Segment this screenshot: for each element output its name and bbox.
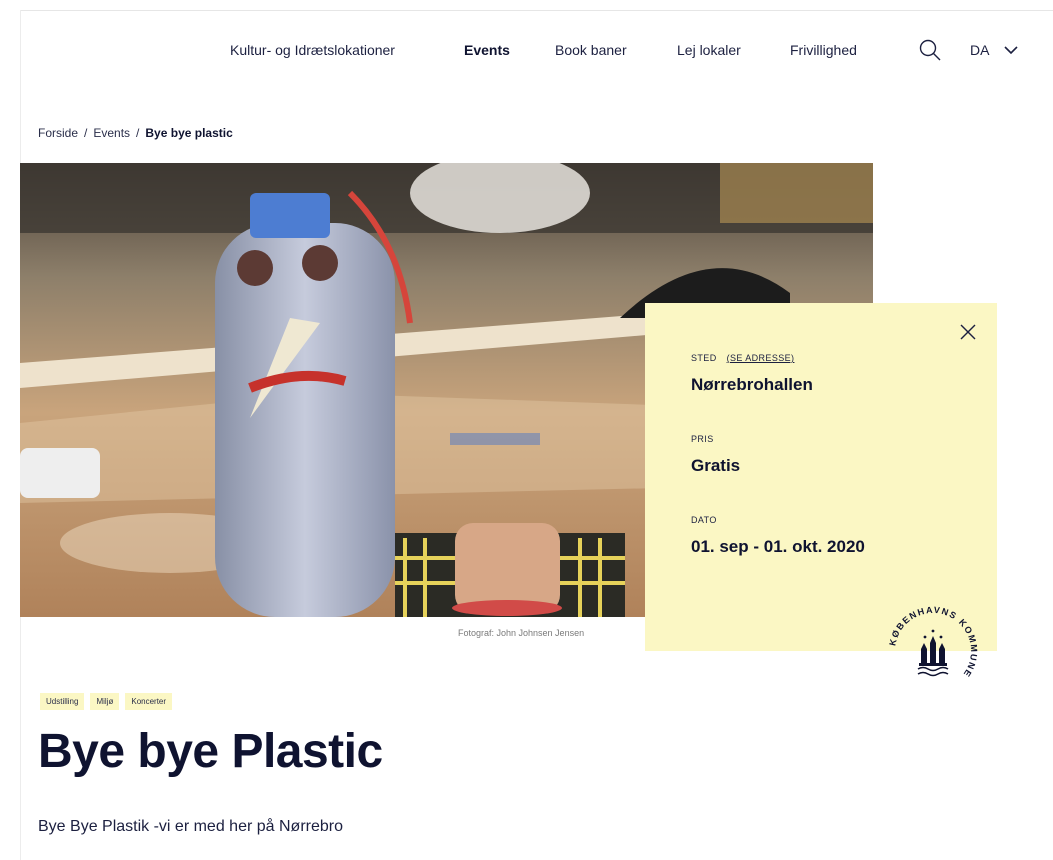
breadcrumb-forside[interactable]: Forside xyxy=(38,126,78,140)
nav-item-events[interactable]: Events xyxy=(464,42,510,58)
dato-value: 01. sep - 01. okt. 2020 xyxy=(691,537,865,556)
nav-item-kultur-og-idraetslokationer[interactable]: Kultur- og Idrætslokationer xyxy=(230,42,395,58)
breadcrumb-events[interactable]: Events xyxy=(93,126,130,140)
breadcrumb-current: Bye bye plastic xyxy=(145,126,233,140)
tag-miljo[interactable]: Miljø xyxy=(90,693,120,710)
search-icon[interactable] xyxy=(918,38,942,62)
sted-label-text: STED xyxy=(691,353,717,363)
photo-credit: Fotograf: John Johnsen Jensen xyxy=(458,628,585,638)
pris-label: PRIS xyxy=(691,434,714,444)
københavns-kommune-logo: KØBENHAVNS KOMMUNE xyxy=(887,605,977,680)
nav-item-frivillighed[interactable]: Frivillighed xyxy=(790,42,857,58)
breadcrumb-separator: / xyxy=(136,126,140,140)
event-tags: Udstilling Miljø Koncerter xyxy=(40,691,178,710)
chevron-down-icon[interactable] xyxy=(1004,44,1018,56)
page-top-border xyxy=(20,10,1053,11)
breadcrumb: Forside / Events / Bye bye plastic xyxy=(38,126,233,140)
event-description: Bye Bye Plastik -vi er med her på Nørreb… xyxy=(38,818,343,835)
language-selector[interactable]: DA xyxy=(970,42,989,58)
dato-label: DATO xyxy=(691,515,717,525)
close-icon[interactable] xyxy=(959,323,977,341)
breadcrumb-separator: / xyxy=(84,126,88,140)
see-address-link[interactable]: (SE ADRESSE) xyxy=(727,353,795,363)
main-navigation: Kultur- og Idrætslokationer Events Book … xyxy=(0,38,1053,66)
sted-value: Nørrebrohallen xyxy=(691,375,813,394)
sted-label: STED (SE ADRESSE) xyxy=(691,353,794,363)
nav-item-book-baner[interactable]: Book baner xyxy=(555,42,627,58)
tag-udstilling[interactable]: Udstilling xyxy=(40,693,85,710)
event-info-card: STED (SE ADRESSE) Nørrebrohallen PRIS Gra… xyxy=(645,303,997,651)
pris-value: Gratis xyxy=(691,456,741,475)
tag-koncerter[interactable]: Koncerter xyxy=(125,693,173,710)
event-title: Bye bye Plastic xyxy=(38,725,383,778)
nav-item-lej-lokaler[interactable]: Lej lokaler xyxy=(677,42,741,58)
